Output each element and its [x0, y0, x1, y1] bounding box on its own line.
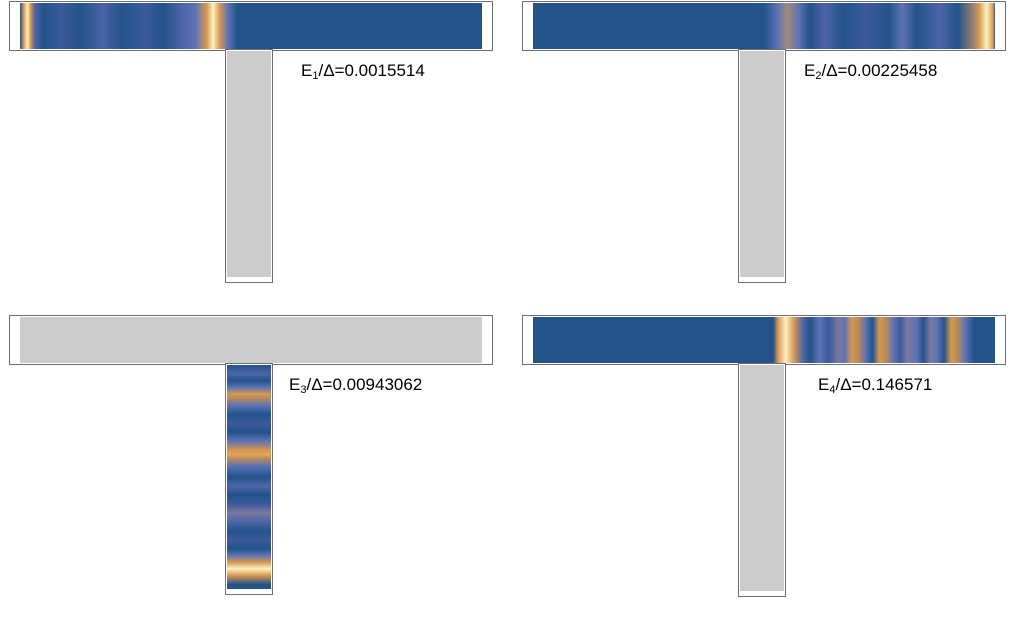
vertical-wire	[225, 49, 273, 283]
horizontal-wire-density	[533, 317, 995, 363]
energy-label: E3/Δ=0.00943062	[289, 375, 423, 396]
energy-label: E4/Δ=0.146571	[818, 375, 933, 396]
mode-panel-3: E3/Δ=0.00943062	[9, 315, 509, 615]
vertical-wire-density	[227, 51, 271, 277]
horizontal-wire	[9, 1, 493, 51]
mode-panel-1: E1/Δ=0.0015514	[9, 1, 509, 301]
vertical-wire	[738, 49, 786, 283]
horizontal-wire-density	[533, 3, 995, 49]
horizontal-wire	[522, 1, 1006, 51]
vertical-wire-density	[740, 51, 784, 277]
mode-panel-4: E4/Δ=0.146571	[522, 315, 1013, 615]
horizontal-wire	[522, 315, 1006, 365]
energy-label: E2/Δ=0.00225458	[804, 61, 938, 82]
energy-label: E1/Δ=0.0015514	[301, 61, 425, 82]
mode-panel-2: E2/Δ=0.00225458	[522, 1, 1013, 301]
vertical-wire-density	[227, 365, 271, 589]
horizontal-wire	[9, 315, 493, 365]
vertical-wire	[738, 363, 786, 597]
horizontal-wire-density	[20, 3, 482, 49]
horizontal-wire-density	[20, 317, 482, 363]
vertical-wire-density	[740, 365, 784, 591]
vertical-wire	[225, 363, 273, 595]
